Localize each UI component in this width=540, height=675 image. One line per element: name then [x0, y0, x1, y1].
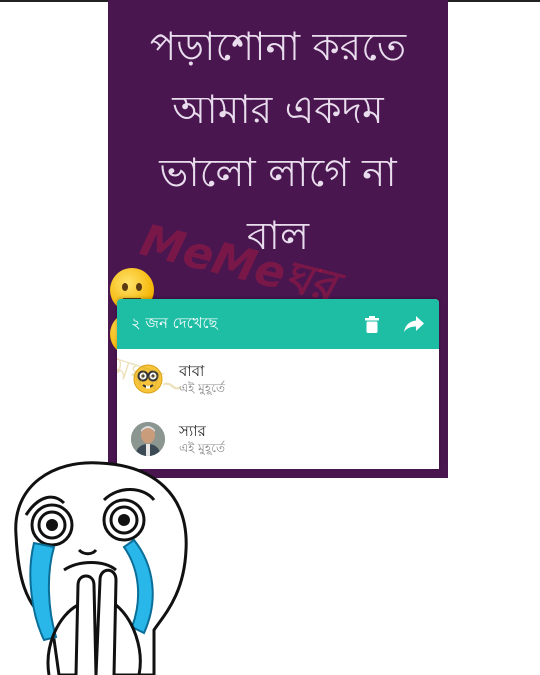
status-line: ভালো লাগে না [159, 151, 397, 196]
crying-rage-face-icon [14, 461, 188, 675]
status-line: পড়াশোনা করতে [149, 25, 407, 70]
viewer-name: স্যার [179, 422, 206, 440]
viewers-header: ২ জন দেখেছে [117, 299, 439, 349]
viewers-count: ২ জন দেখেছে [131, 313, 218, 332]
viewer-time: এই মুহূর্তে [179, 441, 225, 455]
viewers-panel: ২ জন দেখেছে বাবা এই মুহূর্তে স্যার এই মু… [117, 299, 439, 469]
forward-icon[interactable] [403, 313, 425, 335]
man-photo-avatar [131, 422, 165, 456]
status-line: আমার একদম [172, 88, 384, 133]
viewer-time: এই মুহূর্তে [179, 381, 225, 395]
delete-icon[interactable] [361, 313, 383, 335]
